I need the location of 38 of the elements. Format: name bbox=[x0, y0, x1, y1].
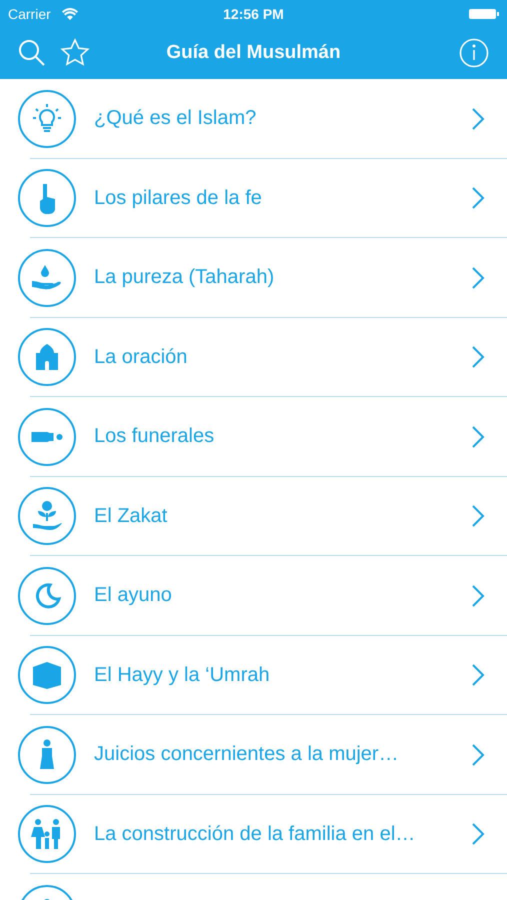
menu-item[interactable]: La construcción de la familia en el… bbox=[0, 794, 507, 874]
chevron-right-icon bbox=[471, 584, 485, 608]
menu-item[interactable]: Los funerales bbox=[0, 397, 507, 476]
menu-item-label: Juicios concernientes a la mujer… bbox=[94, 743, 400, 766]
menu-item-label: ¿Qué es el Islam? bbox=[94, 107, 258, 130]
menu-item-label: Los funerales bbox=[94, 425, 216, 448]
menu-item[interactable]: La oración bbox=[0, 318, 507, 397]
chevron-right-icon bbox=[471, 424, 485, 449]
chevron-right-icon bbox=[471, 504, 485, 528]
chevron-right-icon bbox=[471, 266, 485, 290]
chevron-right-icon bbox=[471, 663, 485, 688]
status-time: 12:56 PM bbox=[223, 6, 284, 22]
menu-item-label: Los pilares de la fe bbox=[94, 186, 263, 210]
nav-title: Guía del Musulmán bbox=[166, 42, 341, 64]
info-button[interactable] bbox=[459, 38, 489, 68]
menu-item-label: La pureza (Taharah) bbox=[94, 266, 276, 290]
carrier-label: Carrier bbox=[8, 6, 51, 22]
menu-item-label: El Hayy y la ‘Umrah bbox=[94, 664, 271, 687]
chevron-right-icon bbox=[471, 106, 485, 131]
menu-item[interactable]: Juicios concernientes a la mujer… bbox=[0, 715, 507, 794]
search-button[interactable] bbox=[18, 39, 46, 67]
menu-item-label: El Zakat bbox=[94, 504, 168, 528]
favorites-star-button[interactable] bbox=[60, 38, 90, 68]
battery-icon bbox=[469, 8, 499, 20]
menu-item[interactable]: La pureza (Taharah) bbox=[0, 238, 507, 318]
chevron-right-icon bbox=[471, 186, 485, 210]
menu-item[interactable]: ¿Qué es el Islam? bbox=[0, 79, 507, 158]
chevron-right-icon bbox=[471, 345, 485, 370]
menu-item-label: La oración bbox=[94, 346, 188, 369]
menu-item[interactable]: Los pilares de la fe bbox=[0, 158, 507, 238]
wifi-icon bbox=[62, 8, 78, 20]
chevron-right-icon bbox=[471, 822, 485, 846]
menu-item-label: La construcción de la familia en el… bbox=[94, 822, 416, 846]
chevron-right-icon bbox=[471, 742, 485, 767]
menu-item[interactable]: El ayuno bbox=[0, 556, 507, 636]
menu-item[interactable]: El Zakat bbox=[0, 476, 507, 556]
menu-item-label: El ayuno bbox=[94, 584, 173, 608]
menu-item[interactable]: El Hayy y la ‘Umrah bbox=[0, 636, 507, 715]
